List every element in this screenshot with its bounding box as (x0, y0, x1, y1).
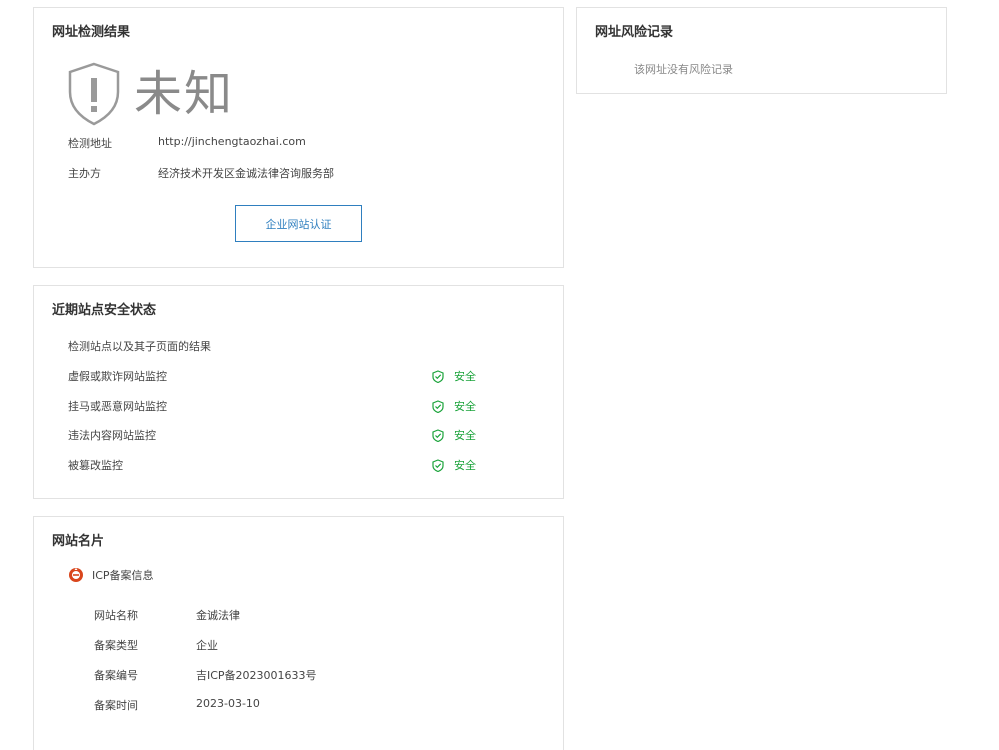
icp-row-label: 备案编号 (94, 669, 138, 682)
monitor-item-label: 被篡改监控 (68, 459, 123, 472)
monitor-item-status: 安全 (432, 427, 476, 443)
monitor-item-status: 安全 (432, 368, 476, 384)
site-card: 网站名片 ICP备案信息 网站名称 金诚法律 备案类型 企业 备案编号 吉ICP… (33, 516, 564, 750)
icp-row-label: 备案时间 (94, 699, 138, 712)
monitor-item-status: 安全 (432, 457, 476, 473)
monitor-item-status: 安全 (432, 398, 476, 414)
recent-safety-card: 近期站点安全状态 检测站点以及其子页面的结果 虚假或欺诈网站监控 安全 挂马或恶… (33, 285, 564, 499)
recent-safety-subtitle: 检测站点以及其子页面的结果 (68, 340, 211, 353)
shield-warning-icon (68, 62, 120, 126)
risk-empty-text: 该网址没有风险记录 (634, 63, 733, 76)
enterprise-cert-button[interactable]: 企业网站认证 (235, 205, 362, 242)
icp-row-value: 2023-03-10 (196, 697, 260, 710)
sponsor-value: 经济技术开发区金诚法律咨询服务部 (158, 167, 334, 180)
safe-shield-icon (432, 399, 444, 413)
site-card-title: 网站名片 (52, 534, 105, 549)
safe-shield-icon (432, 428, 444, 442)
icp-row-value: 吉ICP备2023001633号 (196, 669, 317, 682)
monitor-item-label: 虚假或欺诈网站监控 (68, 370, 167, 383)
monitor-item-label: 违法内容网站监控 (68, 429, 156, 442)
detect-url-value: http://jinchengtaozhai.com (158, 135, 306, 148)
icp-logo-icon (69, 568, 83, 582)
recent-safety-title: 近期站点安全状态 (52, 303, 157, 318)
detect-url-label: 检测地址 (68, 137, 112, 150)
sponsor-label: 主办方 (68, 167, 101, 180)
icp-row-label: 网站名称 (94, 609, 138, 622)
detection-result-card: 网址检测结果 未知 检测地址 http://jinchengtaozhai.co… (33, 7, 564, 268)
icp-row-value: 企业 (196, 639, 218, 652)
icp-heading: ICP备案信息 (68, 567, 154, 583)
monitor-item-label: 挂马或恶意网站监控 (68, 400, 167, 413)
safe-shield-icon (432, 369, 444, 383)
risk-record-title: 网址风险记录 (595, 25, 674, 40)
safe-shield-icon (432, 458, 444, 472)
icp-row-value: 金诚法律 (196, 609, 240, 622)
detection-status-text: 未知 (134, 66, 235, 122)
icp-row-label: 备案类型 (94, 639, 138, 652)
detection-result-title: 网址检测结果 (52, 25, 131, 40)
risk-record-card: 网址风险记录 该网址没有风险记录 (576, 7, 947, 94)
